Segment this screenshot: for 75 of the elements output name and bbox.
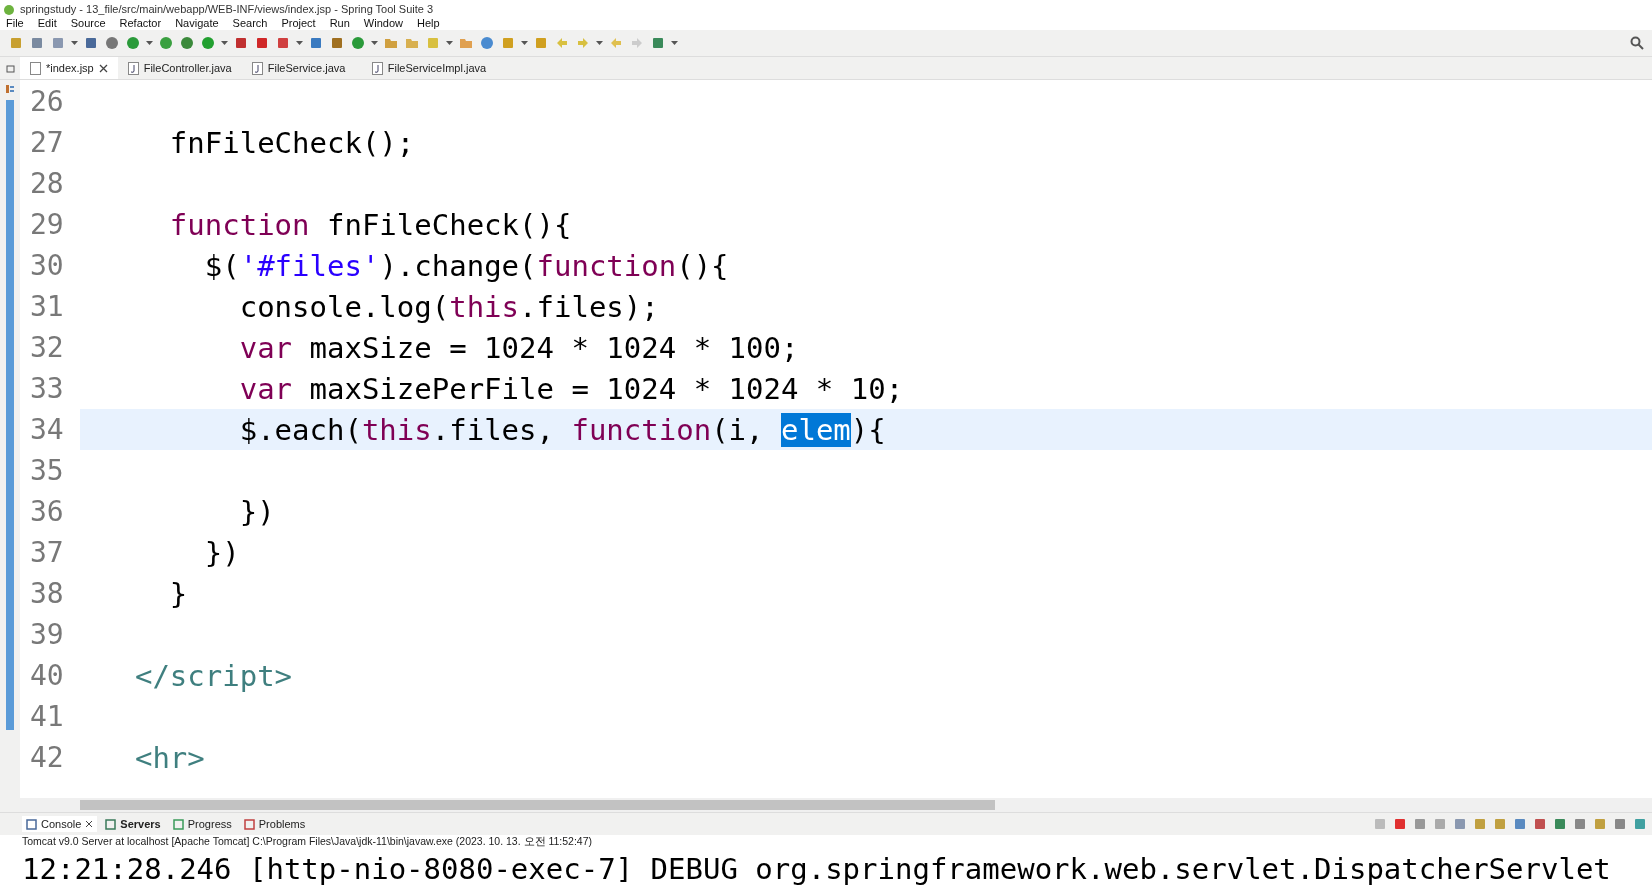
code-line: }) xyxy=(238,494,275,529)
view-icon xyxy=(172,818,184,830)
panel-tab[interactable]: Problems xyxy=(239,816,310,832)
outline-icon[interactable] xyxy=(5,84,15,94)
view-icon xyxy=(105,818,117,830)
editor-tab[interactable]: FileController.java xyxy=(117,57,242,79)
line-number: 38 xyxy=(29,577,65,610)
stop-icon[interactable] xyxy=(1392,816,1408,832)
code-line: </script> xyxy=(133,658,293,693)
menu-item[interactable]: File xyxy=(6,16,24,29)
code-line: $.each(this.files, function(i, elem){ xyxy=(238,412,886,447)
line-number: 26 xyxy=(29,85,65,118)
line-number: 32 xyxy=(29,331,65,364)
line-number: 33 xyxy=(29,372,65,405)
view-icon xyxy=(243,818,255,830)
line-number: 36 xyxy=(29,495,65,528)
console-output: 12:21:28.246 [http-nio-8080-exec-7] DEBUG org.springframework.web.servlet.DispatcherServlet xyxy=(22,852,1611,886)
menu-item[interactable]: Search xyxy=(232,16,268,29)
code-line: }) xyxy=(203,535,240,570)
dropdown-caret-icon[interactable] xyxy=(446,41,453,45)
restore-icon[interactable] xyxy=(5,63,15,73)
dropdown-caret-icon[interactable] xyxy=(671,41,678,45)
file-icon xyxy=(251,61,263,75)
line-number: 27 xyxy=(29,126,65,159)
line-number: 39 xyxy=(29,618,65,651)
dropdown-caret-icon[interactable] xyxy=(71,41,78,45)
code-line: function fnFileCheck(){ xyxy=(168,207,572,242)
file-icon xyxy=(371,61,383,75)
stop-icon[interactable] xyxy=(254,35,270,51)
menu-item[interactable]: Window xyxy=(363,16,403,29)
panel-tab[interactable]: Progress xyxy=(168,816,236,832)
forward-arrow-icon[interactable] xyxy=(575,35,591,51)
menu-item[interactable]: Source xyxy=(70,16,106,29)
dropdown-caret-icon[interactable] xyxy=(146,41,153,45)
dropdown-caret-icon[interactable] xyxy=(296,41,303,45)
panel-tab[interactable]: Console xyxy=(22,816,98,832)
editor-tab[interactable]: FileService.java xyxy=(241,57,362,79)
scrollbar-thumb[interactable] xyxy=(80,800,995,810)
code-line: } xyxy=(168,576,188,611)
line-number: 34 xyxy=(29,413,65,446)
code-line: var maxSizePerFile = 1024 * 1024 * 10; xyxy=(238,371,904,406)
menu-item[interactable]: Refactor xyxy=(119,16,162,29)
file-icon xyxy=(30,61,41,75)
code-line: var maxSize = 1024 * 1024 * 100; xyxy=(238,330,799,365)
file-icon xyxy=(127,61,139,75)
line-number: 29 xyxy=(29,208,65,241)
dropdown-caret-icon[interactable] xyxy=(221,41,228,45)
line-number: 42 xyxy=(29,741,65,774)
menu-item[interactable]: Run xyxy=(329,16,350,29)
line-number: 41 xyxy=(29,700,65,733)
app-icon xyxy=(4,5,14,15)
line-number: 31 xyxy=(29,290,65,323)
view-icon xyxy=(26,818,37,830)
code-line: fnFileCheck(); xyxy=(168,125,415,160)
menu-item[interactable]: Project xyxy=(281,16,316,29)
code-line: $('#files').change(function(){ xyxy=(203,248,729,283)
menu-item[interactable]: Edit xyxy=(37,16,57,29)
dropdown-caret-icon[interactable] xyxy=(596,41,603,45)
window-title: springstudy - 13_file/src/main/webapp/WEB-INF/views/index.jsp - Spring Tool Suite 3 xyxy=(20,4,434,15)
code-line: console.log(this.files); xyxy=(238,289,659,324)
dropdown-caret-icon[interactable] xyxy=(371,41,378,45)
line-number: 37 xyxy=(29,536,65,569)
code-line: <hr> xyxy=(133,740,205,775)
line-number: 35 xyxy=(29,454,65,487)
process-label: Tomcat v9.0 Server at localhost [Apache Tomcat] C:\Program Files\Java\jdk-11\bin\javaw.exe (2023. 10. 13. 오전 11:52:47) xyxy=(21,835,594,849)
menu-item[interactable]: Navigate xyxy=(175,16,219,29)
editor-tab[interactable]: FileServiceImpl.java xyxy=(361,57,497,79)
panel-tab[interactable]: Servers xyxy=(101,816,165,832)
line-number: 30 xyxy=(29,249,65,282)
search-icon[interactable] xyxy=(1630,36,1644,50)
line-number: 28 xyxy=(29,167,65,200)
dropdown-caret-icon[interactable] xyxy=(521,41,528,45)
line-number: 40 xyxy=(29,659,65,692)
menu-item[interactable]: Help xyxy=(417,16,440,29)
editor-tab[interactable]: *index.jsp xyxy=(20,57,118,79)
